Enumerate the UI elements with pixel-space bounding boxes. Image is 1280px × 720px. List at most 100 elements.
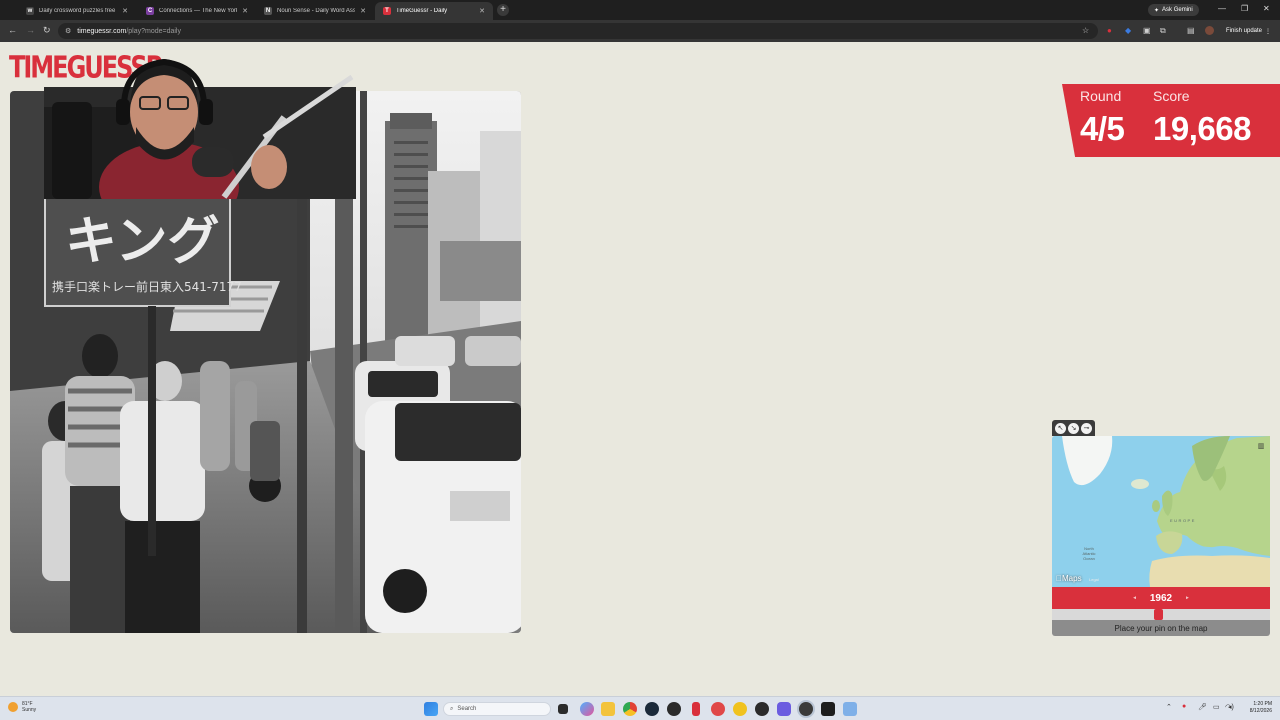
connections-favicon-icon: C — [146, 7, 154, 15]
bookmark-star-icon[interactable]: ☆ — [1082, 26, 1089, 35]
close-icon[interactable]: ✕ — [242, 7, 248, 15]
pin-map-icon[interactable]: ⊸ — [1081, 422, 1092, 434]
tab-strip: w Daily crossword puzzles free fr ✕ C Co… — [0, 0, 1280, 20]
score-label: Score — [1153, 88, 1190, 104]
close-icon[interactable]: ✕ — [360, 7, 366, 15]
new-tab-button[interactable]: + — [497, 4, 509, 16]
site-info-icon[interactable]: ⚙ — [65, 27, 71, 35]
copilot-icon[interactable] — [580, 702, 594, 716]
sun-icon — [8, 702, 18, 712]
close-window-button[interactable]: ✕ — [1263, 4, 1270, 13]
map-tiles — [1052, 436, 1270, 587]
close-icon[interactable]: ✕ — [479, 7, 485, 15]
extension-icon[interactable]: ◆ — [1125, 26, 1131, 35]
clock-time: 1:20 PM — [1253, 701, 1272, 707]
place-pin-button[interactable]: Place your pin on the map — [1052, 620, 1270, 636]
weather-text: 81°F Sunny — [22, 701, 36, 713]
tab-search-icon[interactable]: ▤ — [1187, 26, 1195, 35]
app-icon[interactable] — [821, 702, 835, 716]
timeguessr-favicon-icon: T — [383, 7, 391, 15]
address-bar[interactable]: ⚙ timeguessr.com /play?mode=daily — [58, 23, 1098, 39]
sign-text: キング — [65, 212, 219, 272]
tab-label: Daily crossword puzzles free fr — [39, 8, 118, 14]
back-icon[interactable]: ← — [8, 25, 17, 35]
profile-avatar[interactable] — [1205, 26, 1214, 35]
map-toolbar: ↖ ↘ ⊸ — [1052, 420, 1095, 436]
reload-icon[interactable]: ↻ — [43, 25, 51, 36]
europe-map-label: EUROPE — [1170, 518, 1196, 523]
tab-label: TimeGuessr - Daily — [396, 8, 448, 14]
app-icon[interactable] — [667, 702, 681, 716]
maps-legal-link[interactable]: Legal — [1089, 577, 1099, 582]
extensions-puzzle-icon[interactable]: ⧉ — [1160, 26, 1166, 36]
year-value: 1962 — [1149, 592, 1173, 604]
year-slider-thumb[interactable] — [1154, 609, 1164, 620]
round-label: Round — [1080, 88, 1122, 104]
crossword-favicon-icon: w — [26, 7, 34, 15]
finish-update-button[interactable]: Finish update ⋮ — [1222, 24, 1275, 38]
app-icon[interactable] — [777, 702, 791, 716]
app-icon[interactable] — [711, 702, 725, 716]
app-icon[interactable] — [843, 702, 857, 716]
noun-sense-favicon-icon: N — [264, 7, 272, 15]
finish-update-label: Finish update — [1226, 28, 1263, 34]
map-layers-icon[interactable]: ▥ — [1256, 442, 1266, 452]
tab-timeguessr[interactable]: T TimeGuessr - Daily ✕ — [375, 2, 493, 20]
webcam-overlay — [44, 58, 356, 199]
ocean-map-label: North Atlantic Ocean — [1082, 546, 1096, 561]
url-host: timeguessr.com — [77, 27, 127, 35]
weather-widget[interactable]: 81°F Sunny — [8, 701, 36, 713]
tab-label: Connections — The New York — [159, 8, 238, 14]
close-icon[interactable]: ✕ — [122, 7, 128, 15]
mic-icon[interactable]: 🎤︎ — [1198, 703, 1207, 711]
app-icon[interactable] — [692, 702, 700, 716]
round-value: 4/5 — [1080, 110, 1125, 147]
weather-desc: Sunny — [22, 707, 37, 713]
tab-crossword[interactable]: w Daily crossword puzzles free fr ✕ — [18, 2, 136, 20]
clock-date: 8/12/2026 — [1249, 708, 1272, 714]
guess-map-widget: ↖ ↘ ⊸ EUROPE North Atlantic Ocean ▥ Maps… — [1052, 420, 1270, 636]
chrome-icon[interactable] — [623, 702, 637, 716]
round-score-panel: Round Score 4/5 19,668 — [1062, 84, 1280, 157]
year-slider[interactable] — [1052, 609, 1270, 620]
year-display: ◂ 1962 ▸ — [1052, 587, 1270, 609]
shrink-map-icon[interactable]: ↘ — [1068, 422, 1079, 434]
taskbar-search[interactable]: ⌕ Search — [443, 702, 551, 716]
tray-overflow-icon[interactable]: ⌃ — [1166, 703, 1172, 711]
kebab-menu-icon[interactable]: ⋮ — [1265, 28, 1271, 35]
maximize-button[interactable]: ❐ — [1241, 4, 1248, 13]
display-icon[interactable]: ▭ — [1213, 703, 1220, 711]
file-explorer-icon[interactable] — [601, 702, 615, 716]
toolbar: ← → ↻ ⚙ timeguessr.com /play?mode=daily … — [0, 20, 1280, 42]
ask-gemini-button[interactable]: ✦ Ask Gemini — [1148, 4, 1199, 16]
task-view-icon[interactable] — [558, 704, 568, 714]
sign-subtext: 携手口楽トレー前日東入541-7177 — [52, 279, 242, 294]
maps-brand-label: Maps — [1056, 574, 1082, 583]
volume-icon[interactable]: ◂) — [1228, 703, 1234, 711]
url-path: /play?mode=daily — [126, 27, 181, 35]
apple-maps-logo: Maps — [1056, 574, 1082, 583]
gemini-label: Ask Gemini — [1162, 7, 1193, 13]
app-icon[interactable] — [755, 702, 769, 716]
world-map[interactable]: EUROPE North Atlantic Ocean ▥ Maps Lega… — [1052, 436, 1270, 587]
year-next-icon[interactable]: ▸ — [1186, 595, 1189, 601]
tab-label: Noun Sense - Daily Word Asso — [277, 8, 356, 14]
minimize-button[interactable]: — — [1218, 4, 1226, 13]
system-clock[interactable]: 1:20 PM 8/12/2026 — [1240, 701, 1272, 715]
extension-icon[interactable]: ▣ — [1143, 26, 1151, 35]
app-icon[interactable] — [733, 702, 747, 716]
tab-noun-sense[interactable]: N Noun Sense - Daily Word Asso ✕ — [256, 2, 374, 20]
search-icon: ⌕ — [450, 705, 454, 712]
tray-icon[interactable]: ● — [1182, 703, 1186, 710]
expand-map-icon[interactable]: ↖ — [1055, 422, 1066, 434]
score-value: 19,668 — [1153, 110, 1251, 147]
windows-taskbar: 81°F Sunny ⌕ Search ⌃ ● 🎤︎ ▭ ◠ ◂) 1:20 P… — [0, 696, 1280, 720]
steam-icon[interactable] — [645, 702, 659, 716]
forward-icon[interactable]: → — [26, 25, 35, 35]
year-prev-icon[interactable]: ◂ — [1133, 595, 1136, 601]
tab-connections[interactable]: C Connections — The New York ✕ — [138, 2, 256, 20]
extension-icon[interactable]: ● — [1107, 26, 1112, 35]
obs-icon[interactable] — [799, 702, 813, 716]
gemini-sparkle-icon: ✦ — [1154, 7, 1160, 14]
windows-start-icon[interactable] — [424, 702, 438, 716]
